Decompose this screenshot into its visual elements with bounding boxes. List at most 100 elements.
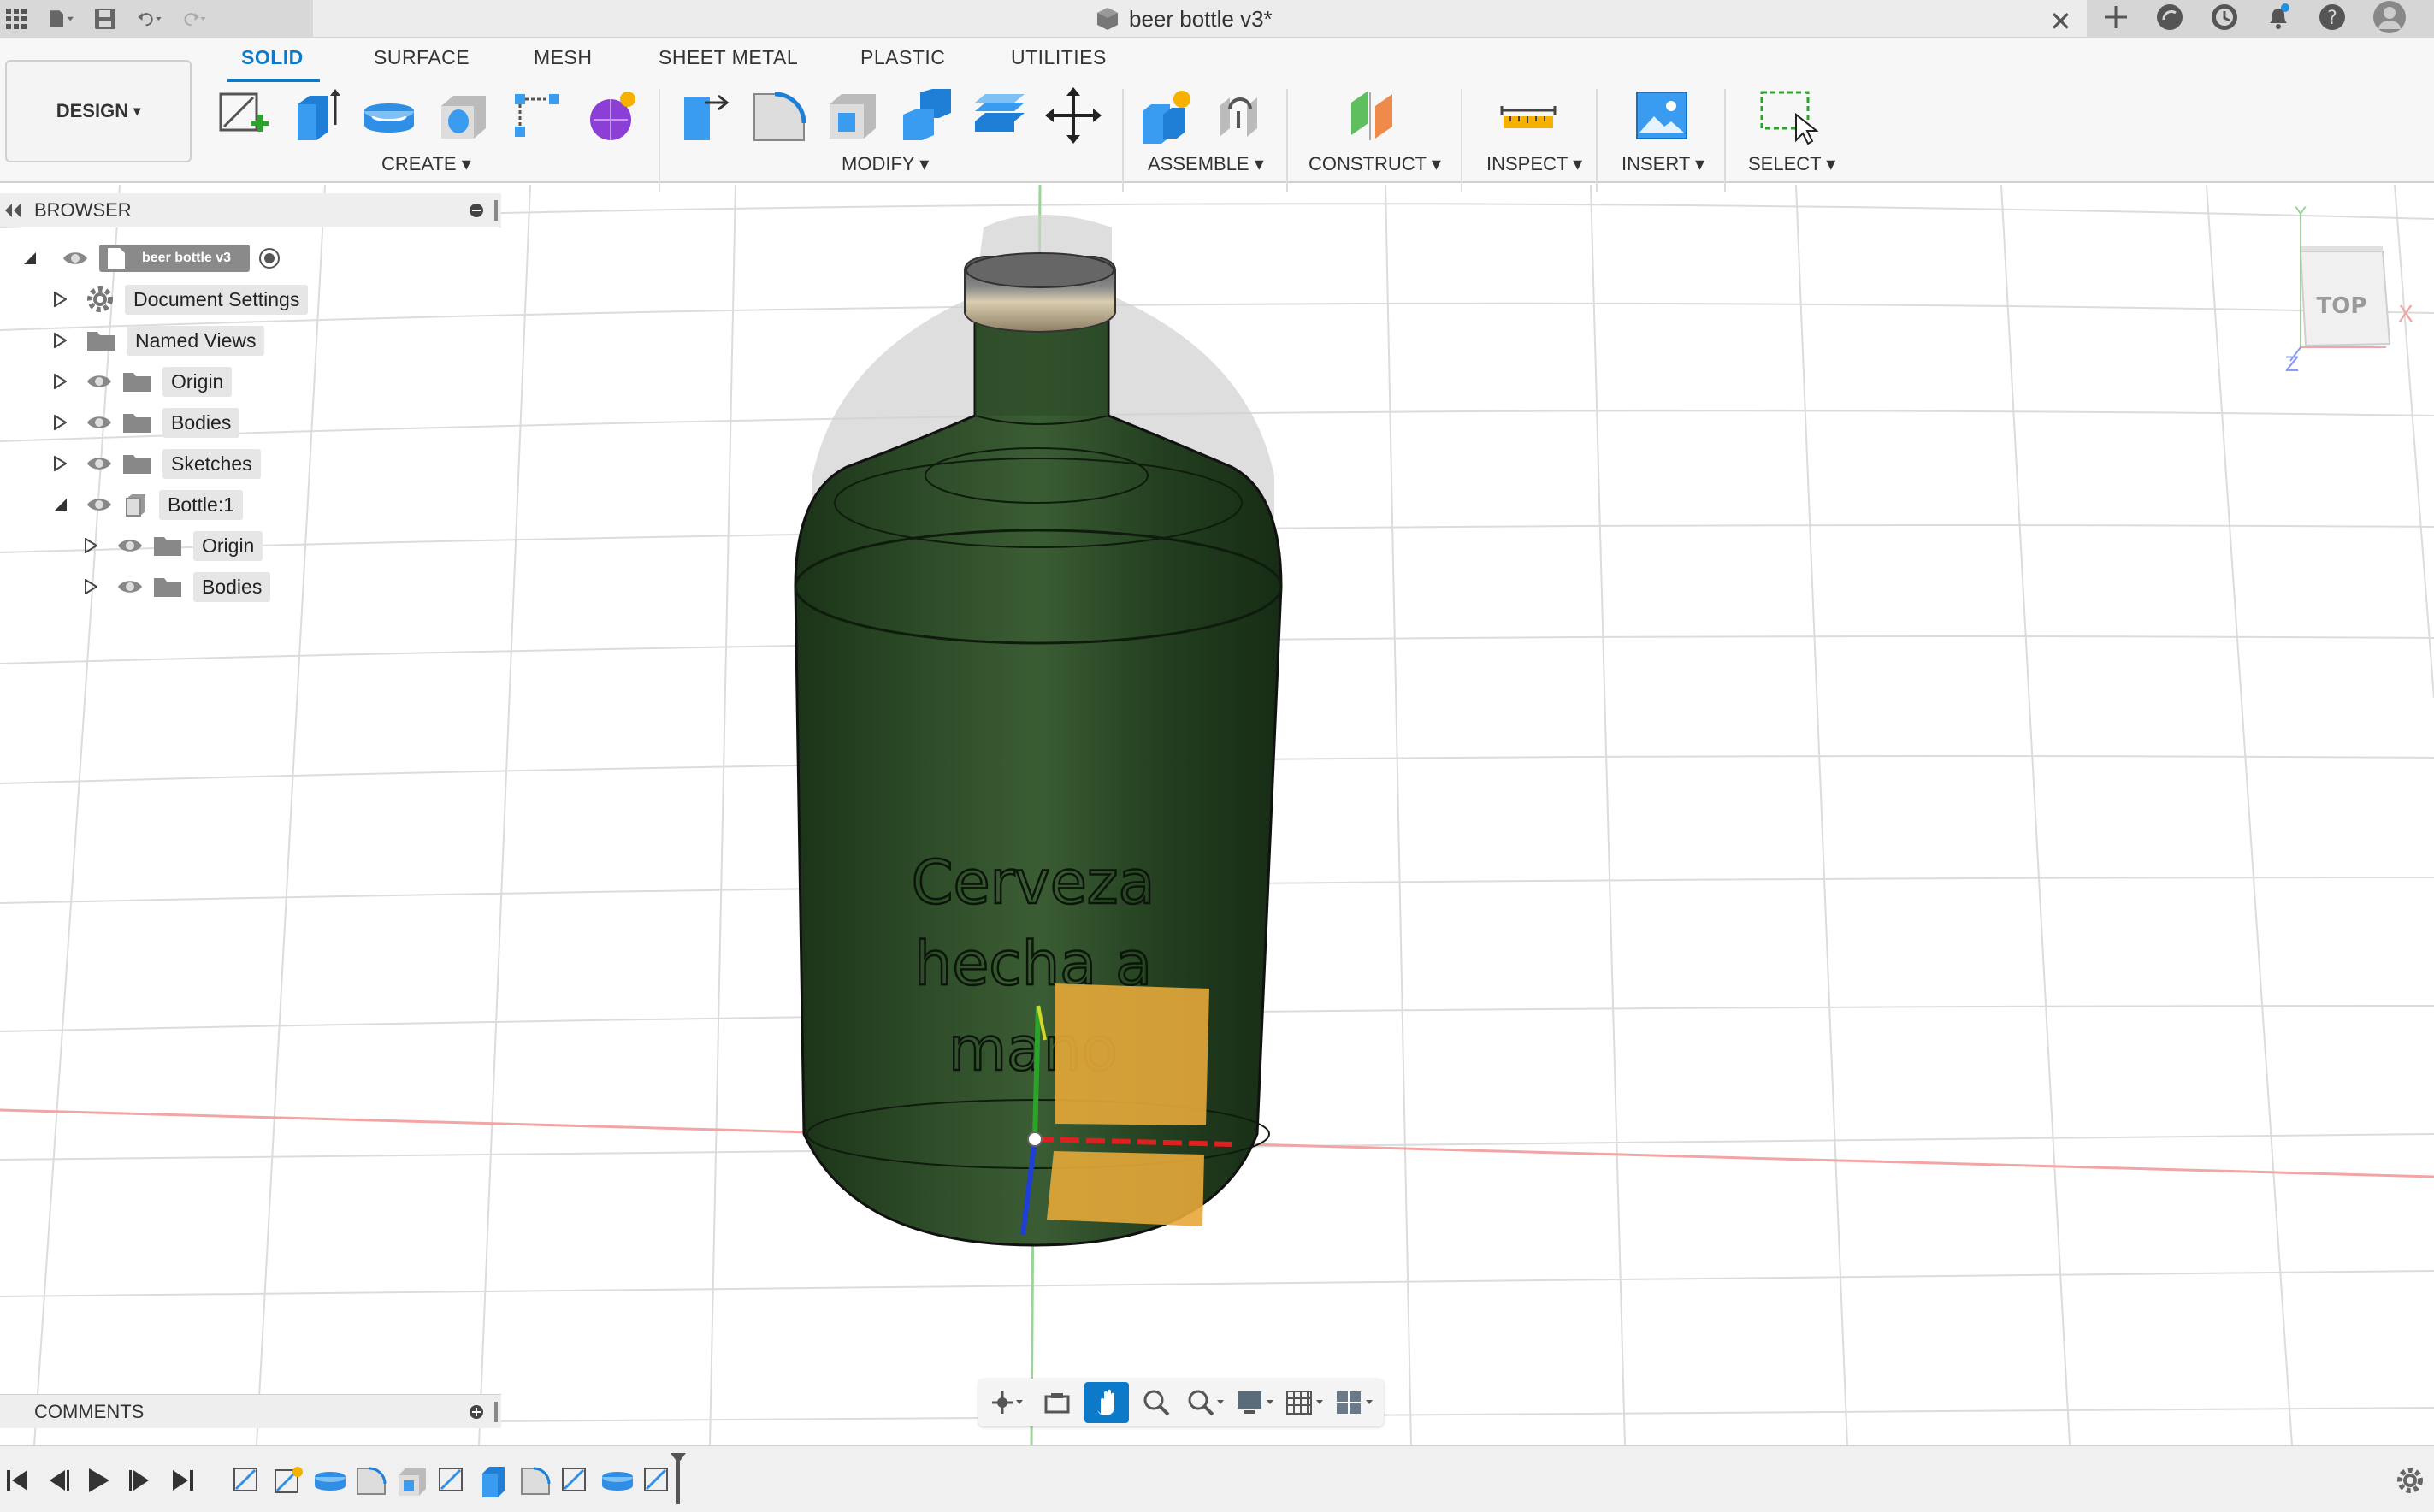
expand-arrow-icon[interactable]: [53, 415, 67, 430]
insert-image-icon[interactable]: [1632, 86, 1692, 145]
display-settings-icon[interactable]: [1233, 1382, 1278, 1423]
tab-utilities[interactable]: UTILITIES: [1011, 46, 1107, 69]
measure-icon[interactable]: [1498, 86, 1558, 145]
timeline-shell-icon[interactable]: [395, 1463, 429, 1497]
timeline-first-icon[interactable]: [3, 1465, 34, 1496]
expand-arrow-icon[interactable]: [84, 579, 97, 594]
comments-panel-header[interactable]: COMMENTS: [0, 1394, 501, 1428]
grid-settings-icon[interactable]: [1283, 1382, 1327, 1423]
timeline-sketch-icon[interactable]: [231, 1463, 265, 1497]
activate-radio-icon[interactable]: [258, 247, 281, 269]
hole-icon[interactable]: [433, 86, 493, 145]
redo-icon[interactable]: [181, 6, 207, 32]
timeline-marker-handle[interactable]: [669, 1451, 688, 1506]
job-status-icon[interactable]: [2210, 3, 2239, 36]
window-select-icon[interactable]: [1758, 86, 1819, 145]
browser-item-origin[interactable]: Origin: [53, 364, 233, 399]
panel-resize-handle[interactable]: [494, 1402, 498, 1422]
extrude-icon[interactable]: [286, 86, 346, 145]
visibility-eye-icon[interactable]: [62, 249, 89, 268]
timeline-play-icon[interactable]: [82, 1465, 113, 1496]
timeline-extrude-icon[interactable]: [477, 1463, 511, 1497]
tab-mesh[interactable]: MESH: [534, 46, 592, 69]
app-grid-icon[interactable]: [3, 6, 29, 32]
expand-arrow-icon[interactable]: [53, 456, 67, 471]
timeline-fillet-icon[interactable]: [354, 1463, 388, 1497]
shell-icon[interactable]: [823, 86, 883, 145]
tab-sheet-metal[interactable]: SHEET METAL: [659, 46, 798, 69]
visibility-eye-icon[interactable]: [86, 454, 113, 473]
select-menu[interactable]: SELECT ▾: [1748, 153, 1835, 175]
pattern-icon[interactable]: [508, 86, 568, 145]
add-comment-icon[interactable]: [469, 1404, 484, 1420]
expand-arrow-icon[interactable]: [53, 333, 67, 348]
timeline-form-icon[interactable]: [272, 1463, 306, 1497]
file-menu-icon[interactable]: [48, 6, 74, 32]
expand-arrow-icon[interactable]: [84, 538, 97, 553]
visibility-eye-icon[interactable]: [86, 413, 113, 432]
help-icon[interactable]: ?: [2318, 3, 2347, 36]
browser-root-row[interactable]: beer bottle v3: [22, 241, 281, 275]
offset-plane-icon[interactable]: [1344, 86, 1404, 145]
new-component-icon[interactable]: [1137, 86, 1197, 145]
save-icon[interactable]: [92, 6, 118, 32]
tab-solid[interactable]: SOLID: [241, 46, 304, 69]
timeline-prev-icon[interactable]: [43, 1465, 74, 1496]
zoom-icon[interactable]: [1134, 1382, 1179, 1423]
collapse-arrow-icon[interactable]: [22, 251, 38, 266]
pan-icon[interactable]: [1084, 1382, 1129, 1423]
timeline-fillet-2-icon[interactable]: [518, 1463, 552, 1497]
browser-item-document-settings[interactable]: Document Settings: [53, 282, 309, 316]
collapse-arrow-icon[interactable]: [53, 497, 68, 512]
tab-plastic[interactable]: PLASTIC: [860, 46, 945, 69]
expand-arrow-icon[interactable]: [53, 374, 67, 389]
3d-viewport[interactable]: Cerveza hecha a mano TOP Y X Z: [0, 185, 2434, 1445]
browser-item-sketches[interactable]: Sketches: [53, 446, 261, 481]
extensions-icon[interactable]: [2155, 3, 2184, 36]
insert-menu[interactable]: INSERT ▾: [1622, 153, 1704, 175]
collapse-panel-icon[interactable]: [3, 202, 22, 219]
assemble-menu[interactable]: ASSEMBLE ▾: [1148, 153, 1264, 175]
timeline-revolve-icon[interactable]: [313, 1463, 347, 1497]
undo-icon[interactable]: [137, 6, 162, 32]
expand-arrow-icon[interactable]: [53, 292, 67, 307]
joint-icon[interactable]: [1211, 86, 1271, 145]
inspect-menu[interactable]: INSPECT ▾: [1486, 153, 1582, 175]
minimize-panel-icon[interactable]: [469, 203, 484, 218]
visibility-eye-icon[interactable]: [86, 372, 113, 391]
new-tab-icon[interactable]: [2102, 3, 2130, 35]
press-pull-icon[interactable]: [676, 86, 736, 145]
workspace-switcher-button[interactable]: DESIGN ▾: [5, 60, 192, 162]
timeline-next-icon[interactable]: [125, 1465, 156, 1496]
fit-zoom-icon[interactable]: [1184, 1382, 1228, 1423]
viewports-icon[interactable]: [1332, 1382, 1377, 1423]
fillet-icon[interactable]: [749, 86, 809, 145]
revolve-icon[interactable]: [359, 86, 419, 145]
modify-menu[interactable]: MODIFY ▾: [842, 153, 929, 175]
browser-item-bottle-origin[interactable]: Origin: [84, 529, 263, 563]
browser-item-bottle-component[interactable]: Bottle:1: [53, 487, 243, 522]
tab-surface[interactable]: SURFACE: [374, 46, 470, 69]
combine-icon[interactable]: [896, 86, 956, 145]
timeline-revolve-2-icon[interactable]: [600, 1463, 635, 1497]
move-copy-icon[interactable]: [1043, 86, 1103, 145]
notifications-icon[interactable]: [2265, 3, 2292, 36]
visibility-eye-icon[interactable]: [86, 495, 113, 514]
sketch-planes[interactable]: [1047, 983, 1209, 1226]
timeline-sketch-3-icon[interactable]: [559, 1463, 594, 1497]
create-form-icon[interactable]: [582, 86, 641, 145]
create-sketch-icon[interactable]: [214, 86, 274, 145]
timeline-settings-gear-icon[interactable]: [2395, 1465, 2425, 1496]
visibility-eye-icon[interactable]: [116, 577, 144, 596]
visibility-eye-icon[interactable]: [116, 536, 144, 555]
user-avatar-icon[interactable]: [2372, 0, 2407, 38]
browser-item-bodies[interactable]: Bodies: [53, 405, 240, 440]
browser-item-named-views[interactable]: Named Views: [53, 323, 265, 357]
browser-root-chip[interactable]: beer bottle v3: [99, 245, 251, 272]
view-cube[interactable]: TOP Y X Z: [2285, 204, 2413, 376]
panel-resize-handle[interactable]: [494, 200, 498, 221]
timeline-last-icon[interactable]: [168, 1465, 198, 1496]
close-tab-icon[interactable]: ✕: [2049, 5, 2072, 38]
timeline-sketch-2-icon[interactable]: [436, 1463, 470, 1497]
construct-menu[interactable]: CONSTRUCT ▾: [1309, 153, 1441, 175]
